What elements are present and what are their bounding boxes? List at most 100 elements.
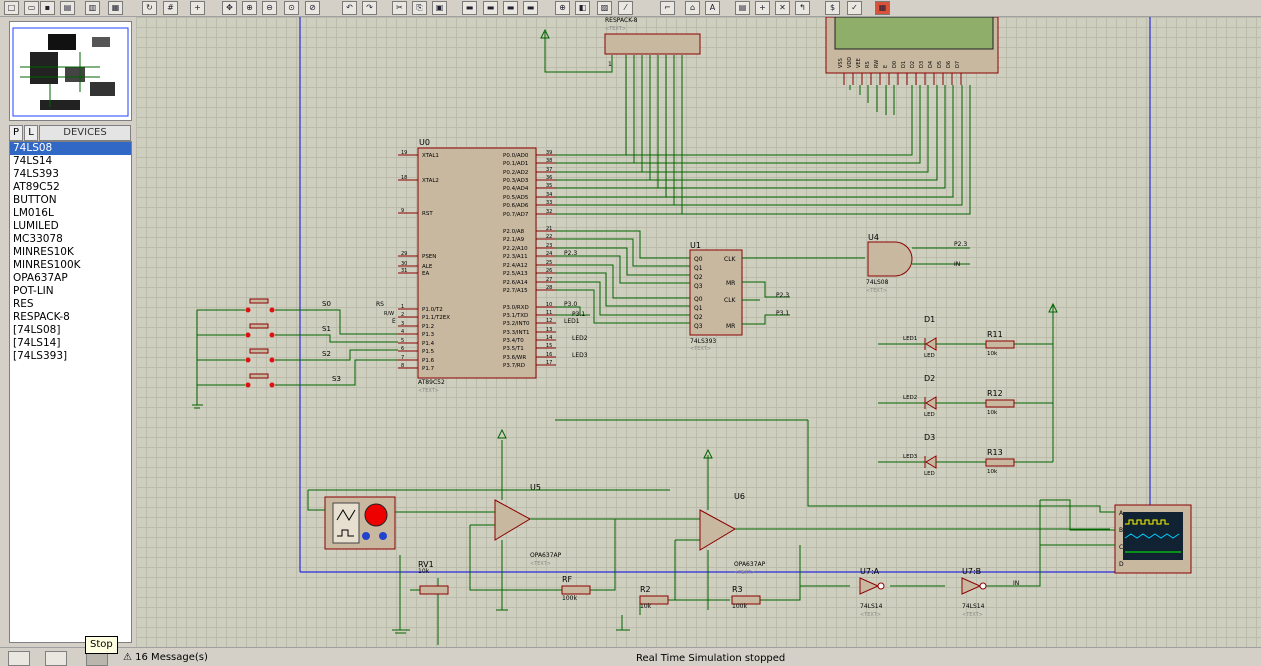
pause-button[interactable]	[45, 651, 67, 666]
svg-text:P2.3: P2.3	[564, 250, 577, 257]
u0-pin-number: 38	[546, 158, 552, 164]
oscilloscope[interactable]: A B C D	[1114, 504, 1192, 574]
u0-pin-label: P3.7/RD	[503, 363, 525, 369]
led-ref: D1	[924, 315, 935, 324]
area-icon[interactable]: ▦	[108, 1, 123, 15]
device-item[interactable]: POT-LIN	[10, 285, 131, 298]
block-rotate-icon[interactable]: ▬	[503, 1, 518, 15]
u0-at89c52[interactable]: U0 AT89C52 <TEXT> 19 XTAL118 XTAL29 RST29 PS…	[398, 138, 556, 394]
u5-opamp[interactable]: U5 OPA637AP <TEXT>	[494, 483, 562, 567]
schematic-canvas[interactable]: RESPACK-8 <TEXT> 1 VSS VDD VEE RS RW E D0 D1 D2 D…	[136, 17, 1261, 647]
led-with-resistor[interactable]: D2 LED LED2 R12 10k	[878, 374, 1053, 418]
device-item[interactable]: 74LS393	[10, 168, 131, 181]
u0-type: AT89C52	[418, 379, 445, 386]
undo-icon[interactable]: ↶	[342, 1, 357, 15]
new-sheet-icon[interactable]: ▤	[735, 1, 750, 15]
device-item[interactable]: AT89C52	[10, 181, 131, 194]
u0-pin-number: 6	[401, 346, 404, 352]
cut-icon[interactable]: ✂	[392, 1, 407, 15]
lcd-pin-label: D4	[928, 61, 934, 68]
u0-pin-label: PSEN	[422, 254, 436, 260]
lcd-pin-label: D1	[901, 61, 907, 68]
import-icon[interactable]: ▤	[60, 1, 75, 15]
search-tag-icon[interactable]: ⌂	[685, 1, 700, 15]
svg-text:U7:A: U7:A	[860, 567, 880, 576]
device-item[interactable]: LM016L	[10, 207, 131, 220]
svg-text:IN: IN	[1013, 580, 1019, 587]
device-item[interactable]: BUTTON	[10, 194, 131, 207]
u0-pin-number: 30	[401, 261, 407, 267]
property-tool-icon[interactable]: A	[705, 1, 720, 15]
grid-icon[interactable]: #	[163, 1, 178, 15]
play-button[interactable]	[8, 651, 30, 666]
library-manager-tab[interactable]: L	[24, 125, 38, 141]
device-item[interactable]: RESPACK-8	[10, 311, 131, 324]
svg-text:Q2: Q2	[694, 314, 703, 321]
u0-pin-label: P3.2/INT0	[503, 321, 530, 327]
signal-generator[interactable]	[324, 496, 396, 550]
device-item[interactable]: MINRES10K	[10, 246, 131, 259]
zoom-area-icon[interactable]: ⊘	[305, 1, 320, 15]
u0-pin-number: 7	[401, 355, 404, 361]
u7a-inverter[interactable]: U7:A 74LS14 <TEXT>	[859, 567, 885, 618]
u0-pin-label: XTAL2	[422, 178, 439, 184]
svg-text:<TEXT>: <TEXT>	[860, 612, 881, 618]
pick-device-icon[interactable]: ⊕	[555, 1, 570, 15]
copy-icon[interactable]: ⎘	[412, 1, 427, 15]
zoom-out-icon[interactable]: ⊖	[262, 1, 277, 15]
u4-74ls08[interactable]: U4 74LS08 <TEXT> P2.3 IN	[866, 233, 970, 294]
device-item[interactable]: [74LS393]	[10, 350, 131, 363]
rf-resistor[interactable]: RF 100k	[561, 575, 591, 602]
device-list[interactable]: 74LS08 74LS14 74LS393 AT89C52 BUTTON LM0…	[9, 141, 132, 643]
bom-icon[interactable]: $	[825, 1, 840, 15]
make-device-icon[interactable]: ◧	[575, 1, 590, 15]
erc-icon[interactable]: ✓	[847, 1, 862, 15]
add-sheet-icon[interactable]: +	[755, 1, 770, 15]
pan-icon[interactable]: ✥	[222, 1, 237, 15]
u0-pin-label: P2.4/A12	[503, 263, 528, 269]
decompose-icon[interactable]: ⁄	[618, 1, 633, 15]
block-copy-icon[interactable]: ▬	[462, 1, 477, 15]
block-delete-icon[interactable]: ▬	[523, 1, 538, 15]
device-item[interactable]: LUMILED	[10, 220, 131, 233]
device-item[interactable]: MC33078	[10, 233, 131, 246]
remove-sheet-icon[interactable]: ✕	[775, 1, 790, 15]
refresh-icon[interactable]: ↻	[142, 1, 157, 15]
led-with-resistor[interactable]: D3 LED LED3 R13 10k	[878, 433, 1053, 477]
led-type: LED	[924, 353, 935, 359]
save-icon[interactable]: ▪	[40, 1, 55, 15]
device-item[interactable]: RES	[10, 298, 131, 311]
new-icon[interactable]: □	[4, 1, 19, 15]
led-with-resistor[interactable]: D1 LED LED1 R11 10k	[878, 315, 1053, 359]
print-icon[interactable]: ▥	[85, 1, 100, 15]
u1-74ls393[interactable]: U1 74LS393 <TEXT> Q0 Q1 Q2 Q3 CLK MR Q0 …	[689, 241, 743, 352]
overview-window[interactable]	[9, 21, 132, 121]
origin-icon[interactable]: +	[190, 1, 205, 15]
exit-parent-icon[interactable]: ↰	[795, 1, 810, 15]
device-item[interactable]: MINRES100K	[10, 259, 131, 272]
wire-autorouter-icon[interactable]: ⌐	[660, 1, 675, 15]
svg-text:U5: U5	[530, 483, 541, 492]
u6-opamp[interactable]: U6 OPA637AP <TEXT>	[699, 492, 766, 576]
u7b-inverter[interactable]: U7:B 74LS14 <TEXT> IN	[961, 567, 1019, 618]
pick-devices-tab[interactable]: P	[9, 125, 23, 141]
zoom-in-icon[interactable]: ⊕	[242, 1, 257, 15]
zoom-all-icon[interactable]: ⊙	[284, 1, 299, 15]
block-move-icon[interactable]: ▬	[483, 1, 498, 15]
paste-icon[interactable]: ▣	[432, 1, 447, 15]
device-item[interactable]: OPA637AP	[10, 272, 131, 285]
netlist-ares-icon[interactable]: ▦	[875, 1, 890, 15]
lcd-component[interactable]: VSS VDD VEE RS RW E D0 D1 D2 D3 D4 D5 D6 D7	[825, 17, 999, 85]
respack-component[interactable]: RESPACK-8 <TEXT> 1	[540, 17, 701, 73]
rv1-pot[interactable]: RV1 10k	[418, 560, 449, 595]
device-item[interactable]: 74LS08	[10, 142, 131, 155]
r3-resistor[interactable]: R3 100k	[731, 585, 761, 610]
packaging-icon[interactable]: ▨	[597, 1, 612, 15]
redo-icon[interactable]: ↷	[362, 1, 377, 15]
messages-indicator[interactable]: ⚠ 16 Message(s)	[123, 652, 208, 663]
open-icon[interactable]: ▭	[24, 1, 39, 15]
device-item[interactable]: [74LS08]	[10, 324, 131, 337]
device-item[interactable]: 74LS14	[10, 155, 131, 168]
r2-resistor[interactable]: R2 10k	[639, 585, 669, 610]
device-item[interactable]: [74LS14]	[10, 337, 131, 350]
